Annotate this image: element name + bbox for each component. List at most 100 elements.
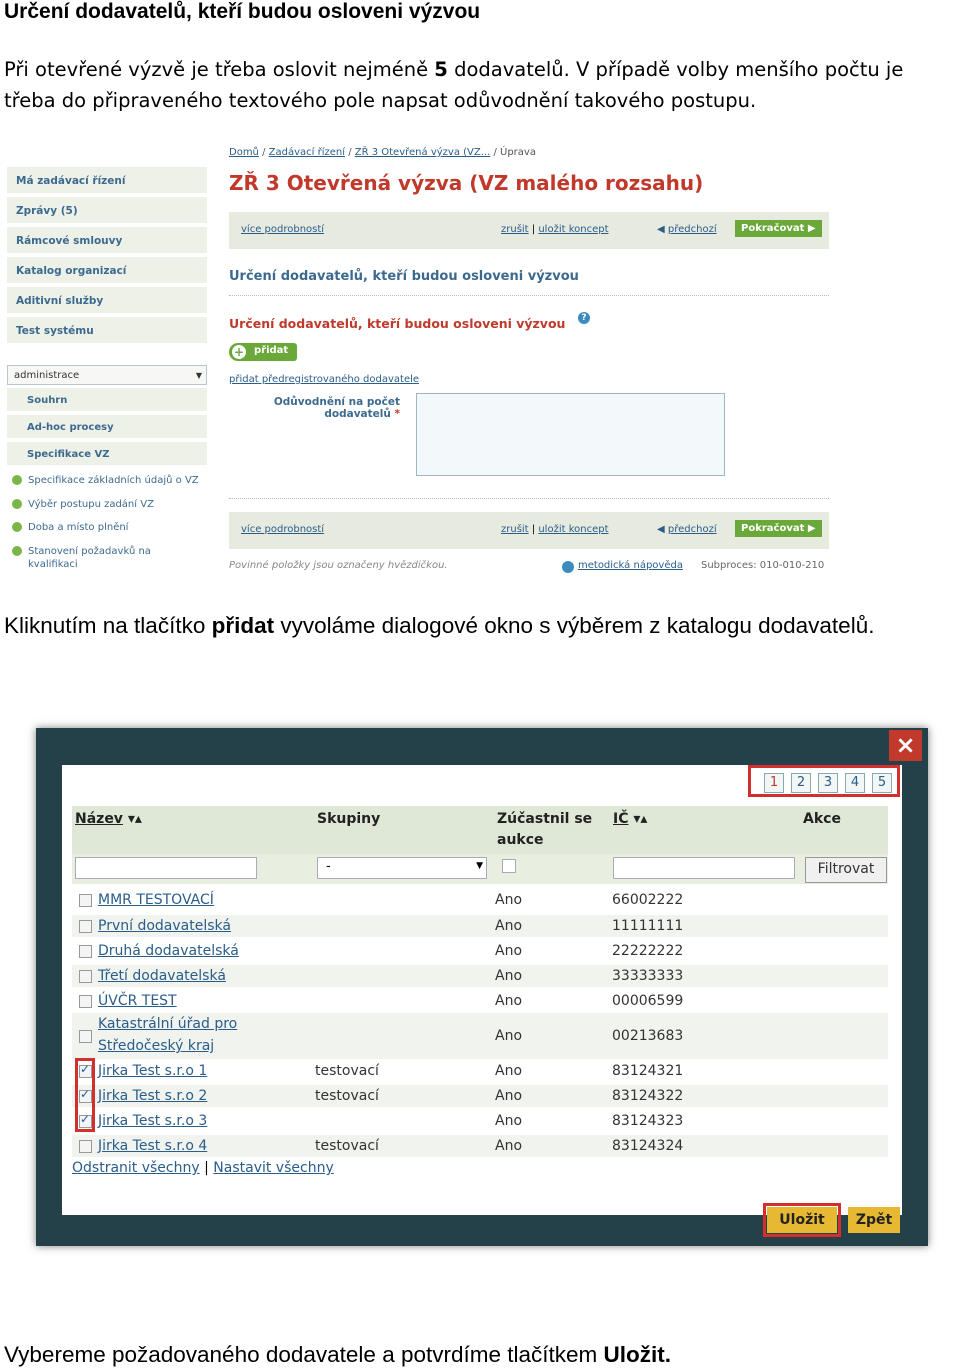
ic-value: 83124321 <box>612 1063 684 1079</box>
col-name-header[interactable]: Název ▾▴ <box>75 809 142 830</box>
page-link[interactable]: 5 <box>872 773 892 793</box>
row-checkbox[interactable] <box>79 995 92 1008</box>
plus-icon: + <box>232 345 246 359</box>
sub-nav-item[interactable]: Ad-hoc procesy <box>7 415 207 440</box>
row-checkbox[interactable] <box>79 970 92 983</box>
table-row: ÚVČR TEST Ano 00006599 <box>72 990 888 1012</box>
group-filter-select[interactable]: - ▼ <box>317 857 487 879</box>
intro-text-a: Při otevřené výzvě je třeba oslovit nejm… <box>4 58 435 81</box>
supplier-name-link[interactable]: První dodavatelská <box>98 915 231 937</box>
save-draft-link[interactable]: uložit koncept <box>538 224 608 235</box>
help-link[interactable]: metodická nápověda <box>578 560 683 571</box>
sidebar-item[interactable]: Aditivní služby <box>7 287 207 315</box>
chevron-down-icon: ▼ <box>476 861 483 871</box>
breadcrumb-link[interactable]: Zadávací řízení <box>269 147 345 158</box>
draft-links: zrušit | uložit koncept <box>501 224 609 235</box>
highlight-save-button <box>763 1203 841 1237</box>
add-button[interactable]: + přidat <box>229 343 297 361</box>
sidebar-item[interactable]: Zprávy (5) <box>7 197 207 225</box>
help-icon[interactable]: ? <box>578 312 590 324</box>
table-row: MMR TESTOVACÍ Ano 66002222 <box>72 889 888 911</box>
close-icon[interactable]: × <box>889 730 922 761</box>
continue-button[interactable]: Pokračovat ▶ <box>735 520 822 537</box>
sidebar-item[interactable]: Katalog organizací <box>7 257 207 285</box>
auction-value: Ano <box>495 1138 523 1154</box>
checklist-item[interactable]: Specifikace základních údajů o VZ <box>12 474 208 487</box>
draft-links: zrušit | uložit koncept <box>501 524 609 535</box>
check-icon <box>12 475 22 485</box>
col-name-label: Název <box>75 811 123 827</box>
page-link[interactable]: 1 <box>764 773 784 793</box>
checklist-item[interactable]: Stanovení požadavků na kvalifikaci <box>12 545 162 571</box>
supplier-name-link[interactable]: Katastrální úřad pro Středočeský kraj <box>98 1013 248 1057</box>
sort-icon: ▾▴ <box>127 811 142 827</box>
cancel-link[interactable]: zrušit <box>501 524 529 535</box>
prev-link[interactable]: ◀ předchozí <box>657 524 717 535</box>
cancel-link[interactable]: zrušit <box>501 224 529 235</box>
divider <box>229 295 829 296</box>
col-actions-header: Akce <box>803 811 841 827</box>
checklist-item[interactable]: Doba a místo plnění <box>12 521 208 534</box>
continue-label: Pokračovat <box>741 523 805 534</box>
table-row: Jirka Test s.r.o 2 testovací Ano 83124322 <box>72 1085 888 1107</box>
row-checkbox[interactable] <box>79 920 92 933</box>
table-header: Název ▾▴ Skupiny Zúčastnil se aukce IČ ▾… <box>72 806 888 854</box>
sidebar-item[interactable]: Test systému <box>7 317 207 345</box>
more-details-link[interactable]: více podrobností <box>241 224 324 235</box>
sidebar-item[interactable]: Rámcové smlouvy <box>7 227 207 255</box>
save-draft-link[interactable]: uložit koncept <box>538 524 608 535</box>
supplier-name-link[interactable]: MMR TESTOVACÍ <box>98 889 214 911</box>
auction-filter-checkbox[interactable] <box>502 859 516 873</box>
remove-all-link[interactable]: Odstranit všechny <box>72 1160 200 1176</box>
sidebar-item[interactable]: Má zadávací řízení <box>7 167 207 195</box>
ic-value: 33333333 <box>612 968 684 984</box>
supplier-name-link[interactable]: ÚVČR TEST <box>98 990 177 1012</box>
ic-value: 83124323 <box>612 1113 684 1129</box>
page-link[interactable]: 3 <box>818 773 838 793</box>
breadcrumb-link[interactable]: ZŘ 3 Otevřená výzva (VZ... <box>355 147 491 158</box>
supplier-name-link[interactable]: Jirka Test s.r.o 1 <box>98 1060 207 1082</box>
checklist-label: Výběr postupu zadání VZ <box>28 499 154 510</box>
supplier-name-link[interactable]: Jirka Test s.r.o 4 <box>98 1135 207 1157</box>
ic-value: 66002222 <box>612 892 684 908</box>
justification-textarea[interactable] <box>416 393 725 476</box>
row-checkbox[interactable] <box>79 1140 92 1153</box>
back-button[interactable]: Zpět <box>848 1207 900 1233</box>
sub-nav-item[interactable]: Souhrn <box>7 388 207 413</box>
action-bar-bottom: více podrobností zrušit | uložit koncept… <box>229 512 829 549</box>
set-all-link[interactable]: Nastavit všechny <box>213 1160 333 1176</box>
ic-value: 11111111 <box>612 918 684 934</box>
filter-row: - ▼ <box>72 854 888 884</box>
prev-link-label: předchozí <box>667 224 717 235</box>
continue-label: Pokračovat <box>741 223 805 234</box>
page-link[interactable]: 4 <box>845 773 865 793</box>
table-row: Druhá dodavatelská Ano 22222222 <box>72 940 888 962</box>
supplier-name-link[interactable]: Jirka Test s.r.o 2 <box>98 1085 207 1107</box>
ic-filter-input[interactable] <box>613 857 795 879</box>
subprocess-label: Subproces: 010-010-210 <box>701 560 825 571</box>
row-checkbox[interactable] <box>79 894 92 907</box>
sort-icon: ▾▴ <box>633 811 648 827</box>
col-ic-header[interactable]: IČ ▾▴ <box>613 809 647 830</box>
section-subtitle: Určení dodavatelů, kteří budou osloveni … <box>229 316 566 331</box>
more-details-link[interactable]: více podrobností <box>241 524 324 535</box>
name-filter-input[interactable] <box>75 857 257 879</box>
admin-select[interactable]: administrace ▼ <box>7 365 207 385</box>
info-icon <box>562 561 574 573</box>
supplier-name-link[interactable]: Jirka Test s.r.o 3 <box>98 1110 207 1132</box>
row-checkbox[interactable] <box>79 1030 92 1043</box>
page-link[interactable]: 2 <box>791 773 811 793</box>
prev-link[interactable]: ◀ předchozí <box>657 224 717 235</box>
supplier-name-link[interactable]: Druhá dodavatelská <box>98 940 239 962</box>
row-checkbox[interactable] <box>79 945 92 958</box>
sub-nav-item[interactable]: Specifikace VZ <box>7 442 207 467</box>
filter-button[interactable]: Filtrovat <box>805 857 887 883</box>
auction-value: Ano <box>495 993 523 1009</box>
auction-value: Ano <box>495 1063 523 1079</box>
breadcrumb-link[interactable]: Domů <box>229 147 259 158</box>
supplier-name-link[interactable]: Třetí dodavatelská <box>98 965 226 987</box>
chevron-down-icon: ▼ <box>195 371 202 380</box>
checklist-item[interactable]: Výběr postupu zadání VZ <box>12 498 208 511</box>
continue-button[interactable]: Pokračovat ▶ <box>735 220 822 237</box>
add-preregistered-link[interactable]: přidat předregistrovaného dodavatele <box>229 374 419 385</box>
